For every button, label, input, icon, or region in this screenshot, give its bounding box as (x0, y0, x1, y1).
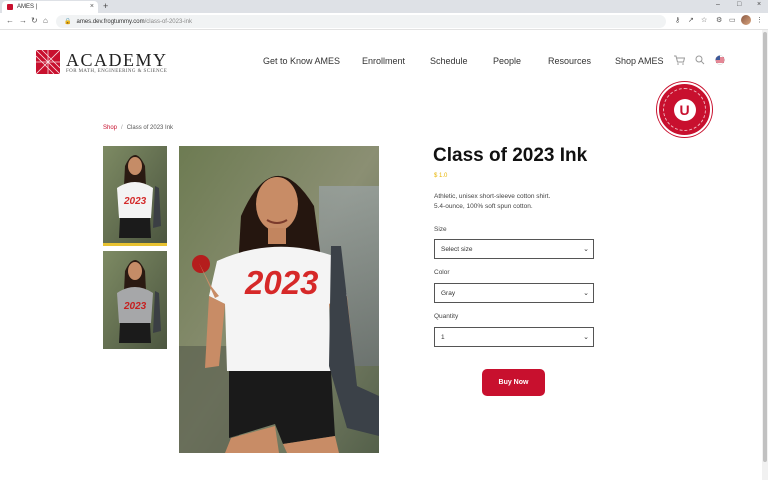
quantity-label: Quantity (434, 313, 459, 320)
new-tab-button[interactable]: + (103, 1, 108, 11)
maximize-button[interactable]: □ (737, 1, 741, 8)
scrollbar-thumb[interactable] (763, 32, 767, 462)
chevron-down-icon: ⌄ (583, 334, 589, 341)
chevron-down-icon: ⌄ (583, 290, 589, 297)
product-title: Class of 2023 Ink (433, 145, 588, 166)
color-select[interactable]: Gray ⌄ (434, 283, 594, 303)
url-host: ames.dev.frogtummy.com (76, 18, 145, 25)
browser-menu-icon[interactable]: ⋮ (756, 16, 763, 24)
nav-shop[interactable]: Shop AMES (615, 56, 664, 66)
lock-icon: 🔒 (64, 19, 72, 25)
quantity-select[interactable]: 1 ⌄ (434, 327, 594, 347)
nav-resources[interactable]: Resources (548, 56, 591, 66)
profile-avatar[interactable] (741, 15, 751, 25)
tab-close-icon[interactable]: × (90, 3, 94, 10)
nav-enrollment[interactable]: Enrollment (362, 56, 405, 66)
nav-people[interactable]: People (493, 56, 521, 66)
size-select-value: Select size (441, 245, 473, 253)
nav-get-to-know[interactable]: Get to Know AMES (263, 56, 340, 66)
chevron-down-icon: ⌄ (583, 246, 589, 253)
site-logo[interactable]: ACADEMY for Math, Engineering & Science (36, 50, 168, 74)
size-select[interactable]: Select size ⌄ (434, 239, 594, 259)
cart-icon[interactable] (674, 55, 686, 68)
back-arrow-icon[interactable]: ← (6, 16, 14, 25)
browser-tab[interactable]: AMES | × (2, 1, 98, 13)
language-flag-icon[interactable] (715, 55, 725, 68)
product-description: Athletic, unisex short-sleeve cotton shi… (434, 192, 634, 212)
address-bar: ← → ↻ ⌂ 🔒 ames.dev.frogtummy.com/class-o… (0, 13, 768, 30)
quantity-select-value: 1 (441, 333, 445, 341)
extensions-icon[interactable]: ⚙ (716, 16, 722, 24)
main-image-shirt-print: 2023 (244, 264, 318, 301)
product-thumbnail-1[interactable]: 2023 (103, 146, 167, 246)
breadcrumb-separator: / (121, 125, 123, 131)
description-line-2: 5.4-ounce, 100% soft spun cotton. (434, 203, 533, 210)
forward-arrow-icon[interactable]: → (19, 16, 27, 25)
nav-schedule[interactable]: Schedule (430, 56, 468, 66)
size-label: Size (434, 226, 447, 233)
home-icon[interactable]: ⌂ (43, 16, 48, 25)
color-select-value: Gray (441, 289, 456, 297)
favicon-icon (7, 4, 13, 10)
url-field[interactable]: 🔒 ames.dev.frogtummy.com/class-of-2023-i… (56, 15, 666, 28)
thumbnail-shirt-print: 2023 (123, 196, 147, 207)
breadcrumb-current: Class of 2023 Ink (126, 125, 174, 131)
sidebar-icon[interactable]: ▭ (729, 16, 736, 24)
product-price: $ 1.0 (434, 173, 448, 179)
product-thumbnail-2[interactable]: 2023 (103, 251, 167, 349)
logo-subtitle: for Math, Engineering & Science (66, 68, 168, 74)
bookmark-star-icon[interactable]: ☆ (701, 16, 707, 24)
thumbnail-shirt-print: 2023 (123, 301, 147, 312)
close-window-button[interactable]: × (757, 1, 761, 8)
share-icon[interactable]: ↗ (688, 16, 694, 24)
breadcrumb-shop-link[interactable]: Shop (103, 125, 117, 131)
reload-icon[interactable]: ↻ (31, 16, 38, 25)
search-icon[interactable] (695, 55, 705, 68)
buy-now-button[interactable]: Buy Now (482, 369, 545, 396)
key-icon[interactable]: ⚷ (675, 16, 680, 24)
product-main-image: 2023 (179, 146, 379, 453)
university-partner-badge: U (657, 82, 712, 137)
academy-logo-icon (36, 50, 60, 74)
url-path: /class-of-2023-ink (144, 18, 192, 25)
description-line-1: Athletic, unisex short-sleeve cotton shi… (434, 193, 551, 200)
tab-title: AMES | (17, 4, 38, 10)
color-label: Color (434, 269, 450, 276)
browser-tab-bar: AMES | × + – □ × (0, 0, 768, 13)
logo-title: ACADEMY (66, 49, 168, 70)
breadcrumb: Shop / Class of 2023 Ink (103, 125, 173, 131)
minimize-button[interactable]: – (716, 1, 720, 8)
